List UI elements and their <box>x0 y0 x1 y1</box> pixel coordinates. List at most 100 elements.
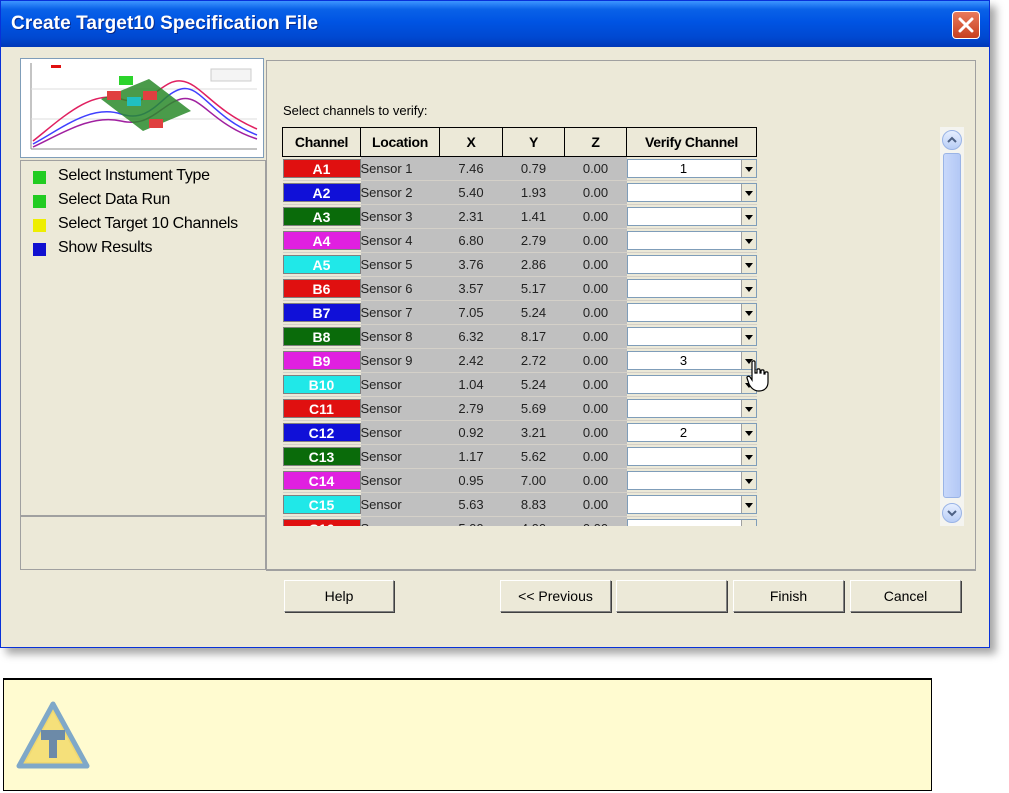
channel-cell[interactable]: A4 <box>282 228 361 253</box>
scroll-up-button[interactable] <box>942 130 962 150</box>
next-button[interactable]: Next <box>616 580 727 612</box>
verify-channel-cell: 1 <box>626 156 757 181</box>
table-row[interactable]: B8 Sensor 8 6.32 8.17 0.00 <box>282 324 757 349</box>
dropdown-arrow-icon[interactable] <box>740 400 756 417</box>
table-row[interactable]: A1 Sensor 1 7.46 0.79 0.00 1 <box>282 156 757 181</box>
x-cell: 5.00 <box>439 516 503 526</box>
table-row[interactable]: C15 Sensor 5.63 8.83 0.00 <box>282 492 757 517</box>
x-cell: 7.46 <box>439 156 503 181</box>
dropdown-arrow-icon[interactable] <box>740 424 756 441</box>
channel-cell[interactable]: B10 <box>282 372 361 397</box>
column-header-verify-channel[interactable]: Verify Channel <box>626 127 757 157</box>
x-cell: 1.04 <box>439 372 503 397</box>
dropdown-arrow-icon[interactable] <box>740 304 756 321</box>
table-row[interactable]: B7 Sensor 7 7.05 5.24 0.00 <box>282 300 757 325</box>
channel-cell[interactable]: B9 <box>282 348 361 373</box>
dropdown-arrow-icon[interactable] <box>740 232 756 249</box>
table-row[interactable]: A5 Sensor 5 3.76 2.86 0.00 <box>282 252 757 277</box>
channel-cell[interactable]: A5 <box>282 252 361 277</box>
channel-chip: A5 <box>282 255 361 274</box>
verify-channel-dropdown[interactable] <box>626 183 757 202</box>
table-row[interactable]: C16Sensor5.004.000.00 <box>282 516 757 526</box>
location-cell: Sensor <box>360 372 440 397</box>
channel-cell[interactable]: A1 <box>282 156 361 181</box>
verify-channel-dropdown[interactable]: 2 <box>626 423 757 442</box>
verify-channel-cell <box>626 204 757 229</box>
verify-channel-dropdown[interactable] <box>626 327 757 346</box>
verify-channel-dropdown[interactable] <box>626 447 757 466</box>
scroll-down-button[interactable] <box>942 503 962 523</box>
finish-button[interactable]: Finish <box>733 580 844 612</box>
verify-channel-dropdown[interactable] <box>626 207 757 226</box>
table-row[interactable]: C11 Sensor 2.79 5.69 0.00 <box>282 396 757 421</box>
channel-cell[interactable]: B8 <box>282 324 361 349</box>
channel-cell[interactable]: C14 <box>282 468 361 493</box>
column-header-y[interactable]: Y <box>502 127 565 157</box>
verify-channel-value: 1 <box>679 161 688 176</box>
verify-channel-dropdown[interactable] <box>626 399 757 418</box>
z-cell: 0.00 <box>564 156 627 181</box>
column-header-channel[interactable]: Channel <box>282 127 361 157</box>
column-header-z[interactable]: Z <box>564 127 627 157</box>
verify-channel-dropdown[interactable] <box>626 375 757 394</box>
location-cell: Sensor 9 <box>360 348 440 373</box>
table-row[interactable]: C13 Sensor 1.17 5.62 0.00 <box>282 444 757 469</box>
verify-channel-dropdown[interactable] <box>626 519 757 526</box>
x-cell: 5.40 <box>439 180 503 205</box>
table-row[interactable]: C14 Sensor 0.95 7.00 0.00 <box>282 468 757 493</box>
scroll-thumb[interactable] <box>943 153 961 498</box>
table-row[interactable]: A4 Sensor 4 6.80 2.79 0.00 <box>282 228 757 253</box>
channel-cell[interactable]: C16 <box>282 516 361 526</box>
table-row[interactable]: C12 Sensor 0.92 3.21 0.00 2 <box>282 420 757 445</box>
dropdown-arrow-icon[interactable] <box>740 208 756 225</box>
tip-hammer-icon <box>16 701 90 769</box>
help-button[interactable]: Help <box>284 580 394 612</box>
verify-channel-dropdown[interactable] <box>626 495 757 514</box>
y-cell: 4.00 <box>502 516 565 526</box>
verify-channel-dropdown[interactable] <box>626 255 757 274</box>
channel-cell[interactable]: C15 <box>282 492 361 517</box>
channel-cell[interactable]: B6 <box>282 276 361 301</box>
verify-channel-dropdown[interactable]: 3 <box>626 351 757 370</box>
close-button[interactable] <box>952 11 980 39</box>
verify-channel-dropdown[interactable] <box>626 471 757 490</box>
chevron-up-icon <box>947 136 957 143</box>
table-row[interactable]: B6 Sensor 6 3.57 5.17 0.00 <box>282 276 757 301</box>
channel-cell[interactable]: C13 <box>282 444 361 469</box>
verify-channel-dropdown[interactable]: 1 <box>626 159 757 178</box>
step-label: Select Instument Type <box>58 167 210 184</box>
verify-channel-dropdown[interactable] <box>626 303 757 322</box>
dropdown-arrow-icon[interactable] <box>740 448 756 465</box>
previous-button[interactable]: << Previous <box>500 580 611 612</box>
dropdown-arrow-icon[interactable] <box>740 496 756 513</box>
table-row[interactable]: A2 Sensor 2 5.40 1.93 0.00 <box>282 180 757 205</box>
dropdown-arrow-icon[interactable] <box>740 328 756 345</box>
verify-channel-cell <box>626 396 757 421</box>
table-row[interactable]: A3 Sensor 3 2.31 1.41 0.00 <box>282 204 757 229</box>
dropdown-arrow-icon[interactable] <box>740 520 756 526</box>
dropdown-arrow-icon[interactable] <box>740 256 756 273</box>
dropdown-arrow-icon[interactable] <box>740 160 756 177</box>
channel-cell[interactable]: A3 <box>282 204 361 229</box>
channel-cell[interactable]: C12 <box>282 420 361 445</box>
table-row[interactable]: B10 Sensor 1.04 5.24 0.00 <box>282 372 757 397</box>
vertical-scrollbar[interactable] <box>940 127 964 526</box>
column-header-x[interactable]: X <box>439 127 503 157</box>
verify-channel-dropdown[interactable] <box>626 279 757 298</box>
title-bar[interactable]: Create Target10 Specification File <box>1 1 989 47</box>
column-header-location[interactable]: Location <box>360 127 440 157</box>
channel-cell[interactable]: A2 <box>282 180 361 205</box>
dropdown-arrow-icon[interactable] <box>740 280 756 297</box>
verify-channel-dropdown[interactable] <box>626 231 757 250</box>
y-cell: 2.72 <box>502 348 565 373</box>
verify-channel-cell <box>626 180 757 205</box>
z-cell: 0.00 <box>564 228 627 253</box>
dropdown-arrow-icon[interactable] <box>740 184 756 201</box>
channel-cell[interactable]: C11 <box>282 396 361 421</box>
channel-cell[interactable]: B7 <box>282 300 361 325</box>
cancel-button[interactable]: Cancel <box>850 580 961 612</box>
dropdown-arrow-icon[interactable] <box>740 472 756 489</box>
step-label: Select Data Run <box>58 191 171 208</box>
table-row[interactable]: B9 Sensor 9 2.42 2.72 0.00 3 <box>282 348 757 373</box>
location-cell: Sensor <box>360 468 440 493</box>
